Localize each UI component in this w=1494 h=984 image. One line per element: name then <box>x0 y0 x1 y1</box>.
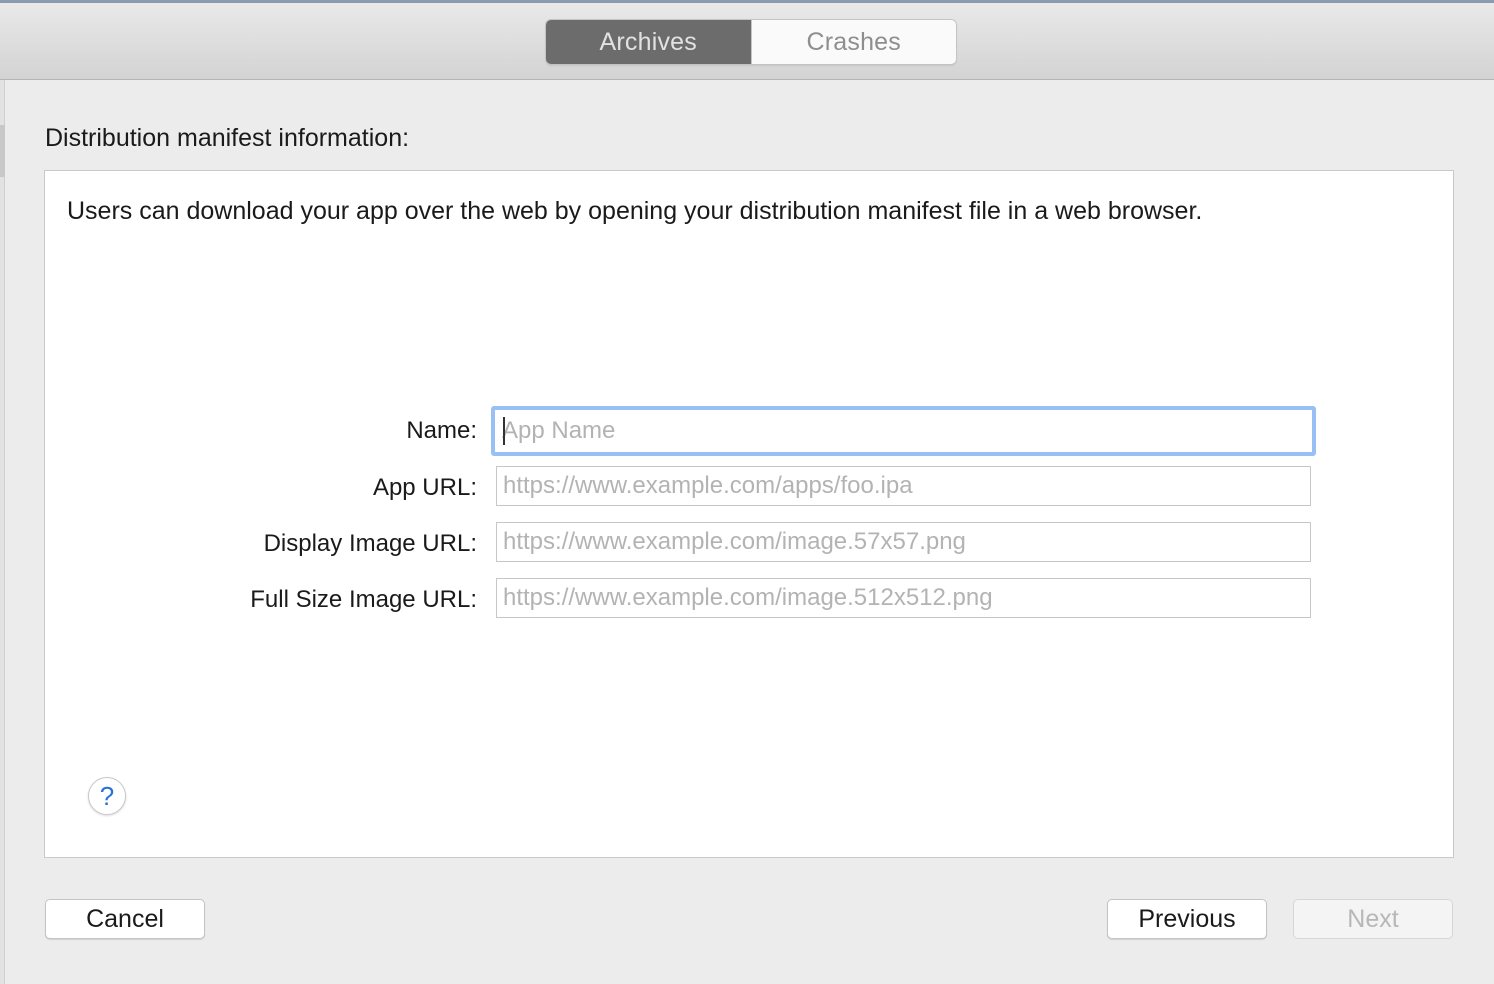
tab-switcher: Archives Crashes <box>545 19 957 65</box>
question-mark-icon: ? <box>99 780 115 811</box>
display-image-url-label: Display Image URL: <box>263 530 477 557</box>
toolbar: Archives Crashes <box>0 3 1494 80</box>
previous-button[interactable]: Previous <box>1107 899 1267 939</box>
text-cursor <box>503 417 505 445</box>
display-image-url-input[interactable] <box>496 522 1311 562</box>
app-url-input[interactable] <box>496 466 1311 506</box>
description-text: Users can download your app over the web… <box>67 197 1203 225</box>
cancel-button[interactable]: Cancel <box>45 899 205 939</box>
tab-archives[interactable]: Archives <box>546 20 751 64</box>
full-size-image-url-input[interactable] <box>496 578 1311 618</box>
manifest-panel: Users can download your app over the web… <box>44 170 1454 858</box>
section-title: Distribution manifest information: <box>45 124 410 152</box>
name-label: Name: <box>406 417 477 444</box>
help-button[interactable]: ? <box>88 777 126 815</box>
left-notch <box>0 125 5 177</box>
dialog-window: Archives Crashes Distribution manifest i… <box>0 0 1494 984</box>
name-input[interactable] <box>491 406 1316 456</box>
tab-crashes[interactable]: Crashes <box>750 20 956 64</box>
full-size-image-url-label: Full Size Image URL: <box>250 586 477 613</box>
next-button[interactable]: Next <box>1293 899 1453 939</box>
left-edge <box>0 80 5 984</box>
app-url-label: App URL: <box>372 474 477 501</box>
